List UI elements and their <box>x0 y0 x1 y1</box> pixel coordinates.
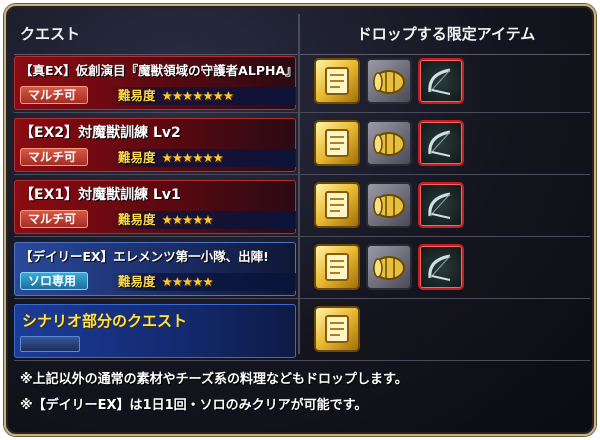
difficulty-rating: 難易度 ★★★★★ <box>110 211 296 229</box>
bow-icon[interactable] <box>418 244 464 290</box>
drop-items <box>306 242 588 296</box>
quest-banner[interactable]: 【EX2】対魔獣訓練 Lv2 マルチ可 難易度 ★★★★★★ <box>14 118 296 172</box>
difficulty-label: 難易度 <box>118 212 156 227</box>
quest-banner[interactable]: 【真EX】仮創演目『魔獣領域の守護者ALPHA』 マルチ可 難易度 ★★★★★★★ <box>14 56 296 110</box>
quest-title: 【真EX】仮創演目『魔獣領域の守護者ALPHA』 <box>20 63 294 78</box>
quest-banner[interactable]: シナリオ部分のクエスト <box>14 304 296 358</box>
quest-title: シナリオ部分のクエスト <box>22 312 188 330</box>
multi-ok-tag: マルチ可 <box>20 210 89 228</box>
star-rating: ★★★★★ <box>161 274 214 289</box>
quest-banner[interactable]: 【EX1】対魔獣訓練 Lv1 マルチ可 難易度 ★★★★★ <box>14 180 296 234</box>
quest-row[interactable]: 【EX2】対魔獣訓練 Lv2 マルチ可 難易度 ★★★★★★ <box>14 116 590 175</box>
bow-icon[interactable] <box>418 58 464 104</box>
ticket-icon[interactable] <box>314 182 360 228</box>
ticket-icon[interactable] <box>314 306 360 352</box>
table-header: クエスト ドロップする限定アイテム <box>14 14 590 55</box>
drop-items <box>306 118 588 172</box>
drop-column-header: ドロップする限定アイテム <box>356 25 536 43</box>
star-rating: ★★★★★ <box>161 212 214 227</box>
quest-title: 【EX1】対魔獣訓練 Lv1 <box>20 187 181 203</box>
solo-only-tag: ソロ専用 <box>20 272 89 290</box>
drop-items <box>306 56 588 110</box>
note-line: ※上記以外の通常の素材やチーズ系の料理などもドロップします。 <box>20 372 408 387</box>
difficulty-label: 難易度 <box>118 88 156 103</box>
star-rating: ★★★★★★ <box>161 150 224 165</box>
difficulty-label: 難易度 <box>118 150 156 165</box>
bow-icon[interactable] <box>418 120 464 166</box>
quest-row[interactable]: 【デイリーEX】エレメンツ第一小隊、出陣! ソロ専用 難易度 ★★★★★ <box>14 240 590 299</box>
quest-column-header: クエスト <box>20 25 81 43</box>
quest-row[interactable]: 【真EX】仮創演目『魔獣領域の守護者ALPHA』 マルチ可 難易度 ★★★★★★★ <box>14 54 590 113</box>
difficulty-rating: 難易度 ★★★★★★★ <box>110 87 296 105</box>
difficulty-rating: 難易度 ★★★★★ <box>110 273 296 291</box>
ticket-icon[interactable] <box>314 120 360 166</box>
capsule-icon[interactable] <box>366 182 412 228</box>
ticket-icon[interactable] <box>314 58 360 104</box>
multi-ok-tag: マルチ可 <box>20 86 89 104</box>
quest-banner[interactable]: 【デイリーEX】エレメンツ第一小隊、出陣! ソロ専用 難易度 ★★★★★ <box>14 242 296 296</box>
ticket-icon[interactable] <box>314 244 360 290</box>
difficulty-rating: 難易度 ★★★★★★ <box>110 149 296 167</box>
capsule-icon[interactable] <box>366 58 412 104</box>
capsule-icon[interactable] <box>366 244 412 290</box>
quest-row[interactable]: 【EX1】対魔獣訓練 Lv1 マルチ可 難易度 ★★★★★ <box>14 178 590 237</box>
note-line: ※【デイリーEX】は1日1回・ソロのみクリアが可能です。 <box>20 398 368 413</box>
difficulty-label: 難易度 <box>118 274 156 289</box>
capsule-icon[interactable] <box>366 120 412 166</box>
quest-title: 【EX2】対魔獣訓練 Lv2 <box>20 125 181 141</box>
bow-icon[interactable] <box>418 182 464 228</box>
drop-items <box>306 180 588 234</box>
quest-title: 【デイリーEX】エレメンツ第一小隊、出陣! <box>20 249 269 264</box>
scenario-bar <box>20 336 80 352</box>
drop-items <box>306 304 588 358</box>
multi-ok-tag: マルチ可 <box>20 148 89 166</box>
quest-drop-panel: クエスト ドロップする限定アイテム 【真EX】仮創演目『魔獣領域の守護者ALPH… <box>4 4 596 436</box>
quest-row[interactable]: シナリオ部分のクエスト <box>14 302 590 361</box>
star-rating: ★★★★★★★ <box>161 88 234 103</box>
